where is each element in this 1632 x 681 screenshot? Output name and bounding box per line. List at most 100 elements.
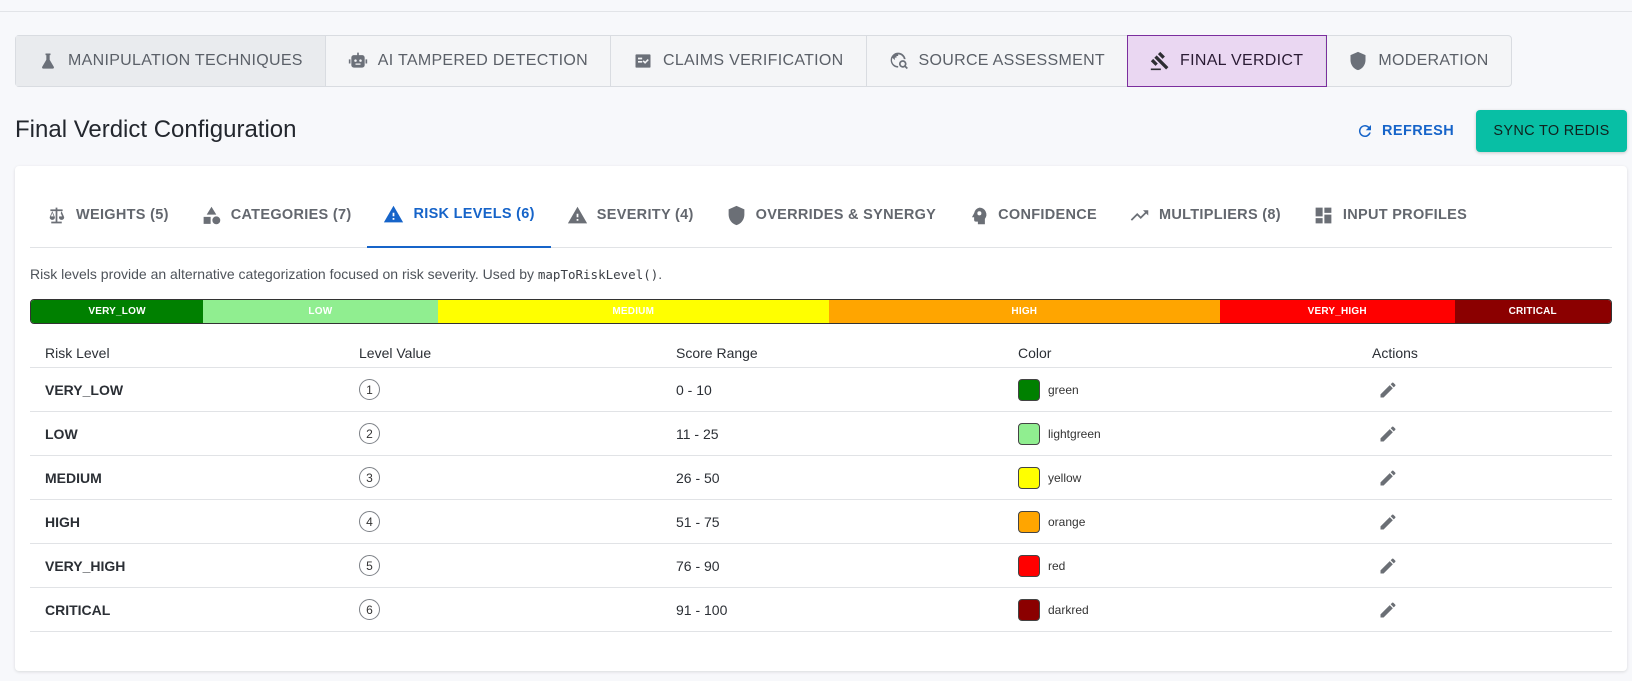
level-value-cell: 4 xyxy=(359,511,676,532)
level-value-badge: 2 xyxy=(359,423,380,444)
edit-icon[interactable] xyxy=(1376,466,1400,490)
header-risk-level: Risk Level xyxy=(45,344,110,361)
config-card: WEIGHTS (5) CATEGORIES (7) RISK LEVELS (… xyxy=(15,166,1627,671)
risk-bar-segment: VERY_HIGH xyxy=(1219,300,1455,323)
robot-icon xyxy=(348,51,368,71)
warning-icon xyxy=(567,206,587,223)
color-cell: orange xyxy=(1018,510,1372,533)
tab-label: CONFIDENCE xyxy=(998,207,1098,223)
color-cell: darkred xyxy=(1018,598,1372,621)
travel-explore-icon xyxy=(889,51,909,71)
shield-icon xyxy=(1348,51,1368,71)
risk-bar-segment: LOW xyxy=(203,300,438,323)
tab-moderation[interactable]: MODERATION xyxy=(1326,36,1510,86)
risk-levels-table: Risk Level Level Value Score Range Color… xyxy=(30,338,1612,632)
tab-source-assessment[interactable]: SOURCE ASSESSMENT xyxy=(867,36,1129,86)
sub-tab-bar: WEIGHTS (5) CATEGORIES (7) RISK LEVELS (… xyxy=(30,182,1612,248)
table-row: LOW 2 11 - 25 lightgreen xyxy=(30,412,1612,456)
refresh-icon xyxy=(1358,125,1371,138)
level-value-cell: 5 xyxy=(359,555,676,576)
table-header-row: Risk Level Level Value Score Range Color… xyxy=(30,338,1612,368)
color-name: yellow xyxy=(1048,470,1082,485)
risk-level-name: CRITICAL xyxy=(45,601,111,618)
color-cell: green xyxy=(1018,378,1372,401)
score-range: 11 - 25 xyxy=(676,425,719,442)
color-swatch xyxy=(1018,378,1040,401)
risk-bar-segment: MEDIUM xyxy=(437,300,829,323)
actions-cell xyxy=(1372,422,1612,446)
tab-ai-tampered-detection[interactable]: AI TAMPERED DETECTION xyxy=(326,36,611,86)
actions-cell xyxy=(1372,554,1612,578)
table-row: HIGH 4 51 - 75 orange xyxy=(30,500,1612,544)
tab-severity[interactable]: SEVERITY (4) xyxy=(551,182,710,248)
tab-categories[interactable]: CATEGORIES (7) xyxy=(185,182,368,248)
score-range: 76 - 90 xyxy=(676,557,720,574)
tab-label: RISK LEVELS (6) xyxy=(413,206,535,222)
score-range: 91 - 100 xyxy=(676,601,728,618)
refresh-button[interactable]: REFRESH xyxy=(1356,114,1454,148)
dashboard-icon xyxy=(1315,207,1332,223)
color-swatch xyxy=(1018,422,1040,445)
risk-level-name: LOW xyxy=(45,425,78,442)
tab-label: INPUT PROFILES xyxy=(1342,207,1468,223)
tab-label: SOURCE ASSESSMENT xyxy=(918,52,1106,69)
risk-level-bar: VERY_LOW LOW MEDIUM HIGH VERY_HIGH CRITICAL xyxy=(30,299,1612,324)
tab-label: CATEGORIES (7) xyxy=(230,207,352,223)
color-name: orange xyxy=(1048,514,1086,529)
color-name: lightgreen xyxy=(1048,426,1101,441)
table-row: CRITICAL 6 91 - 100 darkred xyxy=(30,588,1612,632)
tab-label: MANIPULATION TECHNIQUES xyxy=(68,52,303,69)
table-row: VERY_LOW 1 0 - 10 green xyxy=(30,368,1612,412)
color-cell: yellow xyxy=(1018,466,1372,489)
tab-label: FINAL VERDICT xyxy=(1180,52,1304,69)
edit-icon[interactable] xyxy=(1376,378,1400,402)
level-value-badge: 4 xyxy=(359,511,380,532)
color-swatch xyxy=(1018,554,1040,577)
tab-label: CLAIMS VERIFICATION xyxy=(662,52,844,69)
edit-icon[interactable] xyxy=(1376,554,1400,578)
tab-confidence[interactable]: CONFIDENCE xyxy=(952,182,1113,248)
edit-icon[interactable] xyxy=(1376,422,1400,446)
tab-risk-levels[interactable]: RISK LEVELS (6) xyxy=(367,182,551,248)
edit-icon[interactable] xyxy=(1376,598,1400,622)
description-text: Risk levels provide an alternative categ… xyxy=(30,266,538,282)
level-value-cell: 2 xyxy=(359,423,676,444)
table-row: MEDIUM 3 26 - 50 yellow xyxy=(30,456,1612,500)
tab-label: OVERRIDES & SYNERGY xyxy=(755,207,937,223)
color-swatch xyxy=(1018,598,1040,621)
tab-claims-verification[interactable]: CLAIMS VERIFICATION xyxy=(611,36,867,86)
risk-bar-segment: CRITICAL xyxy=(1454,300,1611,323)
level-value-cell: 1 xyxy=(359,379,676,400)
tab-label: MODERATION xyxy=(1378,52,1489,69)
page-title: Final Verdict Configuration xyxy=(15,116,297,143)
tab-weights[interactable]: WEIGHTS (5) xyxy=(30,182,185,248)
tab-manipulation-techniques[interactable]: MANIPULATION TECHNIQUES xyxy=(16,36,326,86)
tab-overrides-synergy[interactable]: OVERRIDES & SYNERGY xyxy=(710,182,953,248)
shield-icon xyxy=(728,205,744,225)
tab-final-verdict[interactable]: FINAL VERDICT xyxy=(1127,35,1328,87)
color-name: darkred xyxy=(1048,602,1089,617)
color-swatch xyxy=(1018,510,1040,533)
sync-to-redis-button[interactable]: SYNC TO REDIS xyxy=(1476,110,1627,152)
tab-input-profiles[interactable]: INPUT PROFILES xyxy=(1297,182,1483,248)
risk-level-name: HIGH xyxy=(45,513,80,530)
tab-multipliers[interactable]: MULTIPLIERS (8) xyxy=(1113,182,1297,248)
score-range: 26 - 50 xyxy=(676,469,720,486)
header-score-range: Score Range xyxy=(676,344,758,361)
tab-label: AI TAMPERED DETECTION xyxy=(377,52,588,69)
level-value-cell: 3 xyxy=(359,467,676,488)
edit-icon[interactable] xyxy=(1376,510,1400,534)
header-color: Color xyxy=(1018,344,1052,361)
description-suffix: . xyxy=(658,266,663,282)
top-divider xyxy=(0,11,1632,12)
color-cell: red xyxy=(1018,554,1372,577)
main-tab-bar: MANIPULATION TECHNIQUES AI TAMPERED DETE… xyxy=(15,35,1512,87)
level-value-badge: 1 xyxy=(359,379,380,400)
trending-up-icon xyxy=(1130,209,1149,221)
actions-cell xyxy=(1372,466,1612,490)
category-shapes-icon xyxy=(203,206,220,224)
color-swatch xyxy=(1018,466,1040,489)
risk-levels-description: Risk levels provide an alternative categ… xyxy=(30,266,662,282)
level-value-badge: 3 xyxy=(359,467,380,488)
score-range: 51 - 75 xyxy=(676,513,720,530)
